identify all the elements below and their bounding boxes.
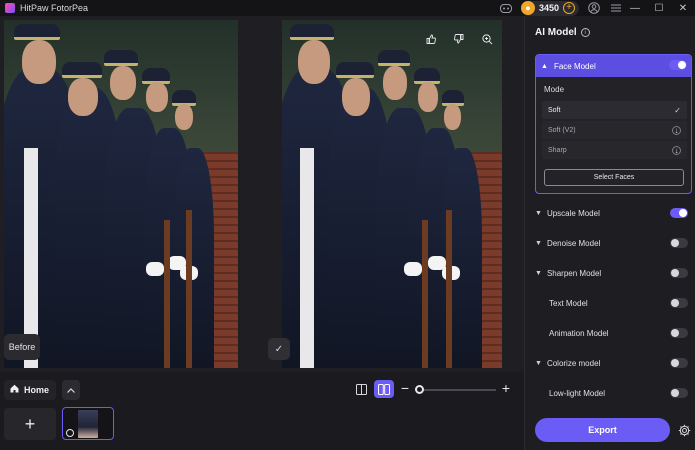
face-model-card: ▲ Face Model Mode Soft ✓ Soft (V2) ↓ Sha…	[535, 54, 692, 194]
model-label: Denoise Model	[546, 238, 601, 248]
panel-title: AI Model i	[535, 27, 590, 38]
animation-model-toggle[interactable]	[670, 328, 688, 338]
mode-label: Mode	[544, 85, 565, 94]
chevron-up-icon[interactable]	[62, 380, 80, 400]
split-view-icon[interactable]	[374, 380, 394, 398]
face-model-toggle[interactable]	[669, 60, 687, 70]
user-circle-icon[interactable]	[587, 1, 601, 15]
coin-balance[interactable]: ● 3450 +	[520, 0, 579, 16]
colorize-model-row[interactable]: ▼ Colorize model	[535, 355, 692, 371]
zoom-slider-track[interactable]	[418, 389, 496, 391]
plus-icon[interactable]: +	[563, 2, 575, 14]
game-controller-icon[interactable]	[499, 1, 513, 15]
coin-icon: ●	[520, 1, 535, 15]
image-canvas: Before ✓	[0, 16, 524, 372]
model-label: Colorize model	[546, 358, 601, 368]
app-logo	[5, 3, 15, 13]
home-button[interactable]: Home	[4, 380, 56, 400]
upscale-model-row[interactable]: ▼ Upscale Model	[535, 205, 692, 221]
ai-model-panel: AI Model i ▲ Face Model Mode Soft ✓ Soft…	[524, 16, 695, 450]
image-thumbnail[interactable]	[62, 407, 114, 440]
mode-option-label: Soft	[548, 106, 561, 114]
zoom-out-button[interactable]: −	[399, 381, 411, 397]
thumbnail-image	[78, 409, 98, 438]
single-view-icon[interactable]	[352, 380, 370, 398]
coin-count: 3450	[538, 3, 559, 13]
zoom-in-icon[interactable]	[480, 32, 494, 46]
face-model-header[interactable]: ▲ Face Model	[536, 55, 691, 77]
mode-option-label: Sharp	[548, 146, 567, 154]
info-icon[interactable]: i	[580, 28, 590, 37]
export-button[interactable]: Export	[535, 418, 670, 442]
close-button[interactable]: ✕	[671, 0, 695, 16]
hamburger-icon[interactable]	[609, 1, 623, 15]
model-label: Text Model	[549, 298, 588, 308]
upscale-model-toggle[interactable]	[670, 208, 688, 218]
maximize-button[interactable]: ☐	[647, 0, 671, 16]
thumbs-down-icon[interactable]	[452, 32, 466, 46]
model-label: Sharpen Model	[546, 268, 602, 278]
download-icon[interactable]: ↓	[672, 125, 681, 135]
low-light-model-row[interactable]: Low-light Model	[535, 385, 692, 401]
title-bar: HitPaw FotorPea ● 3450 + — ☐ ✕	[0, 0, 695, 16]
add-image-button[interactable]: +	[4, 408, 56, 440]
model-label: Low-light Model	[549, 388, 606, 398]
caret-down-icon: ▼	[535, 269, 542, 277]
thumbs-up-icon[interactable]	[424, 32, 438, 46]
colorize-model-toggle[interactable]	[670, 358, 688, 368]
sharpen-model-toggle[interactable]	[670, 268, 688, 278]
gear-icon[interactable]	[676, 422, 692, 438]
home-icon	[10, 384, 19, 396]
minimize-button[interactable]: —	[623, 0, 647, 16]
before-image	[4, 20, 238, 368]
denoise-model-row[interactable]: ▼ Denoise Model	[535, 235, 692, 251]
text-model-toggle[interactable]	[670, 298, 688, 308]
home-label: Home	[24, 385, 50, 395]
sharpen-model-row[interactable]: ▼ Sharpen Model	[535, 265, 692, 281]
caret-down-icon: ▼	[535, 209, 542, 217]
animation-model-row[interactable]: Animation Model	[535, 325, 692, 341]
before-label: Before	[4, 334, 40, 360]
checkmark-icon: ✓	[674, 105, 681, 115]
mode-option-soft-v2[interactable]: Soft (V2) ↓	[542, 121, 687, 139]
zoom-in-button[interactable]: +	[500, 381, 512, 397]
face-model-label: Face Model	[553, 61, 596, 71]
caret-down-icon: ▼	[535, 239, 542, 247]
clock-icon	[66, 429, 74, 437]
caret-up-icon: ▲	[541, 62, 548, 70]
mode-option-soft[interactable]: Soft ✓	[542, 101, 687, 119]
caret-down-icon: ▼	[535, 359, 542, 367]
check-icon[interactable]: ✓	[268, 338, 290, 360]
low-light-model-toggle[interactable]	[670, 388, 688, 398]
text-model-row[interactable]: Text Model	[535, 295, 692, 311]
app-title: HitPaw FotorPea	[20, 3, 89, 13]
mode-option-label: Soft (V2)	[548, 126, 576, 134]
panel-title-text: AI Model	[535, 27, 577, 38]
zoom-slider-handle[interactable]	[415, 385, 424, 394]
model-label: Upscale Model	[546, 208, 600, 218]
mode-option-sharp[interactable]: Sharp ↓	[542, 141, 687, 159]
model-label: Animation Model	[549, 328, 609, 338]
denoise-model-toggle[interactable]	[670, 238, 688, 248]
select-faces-button[interactable]: Select Faces	[544, 169, 684, 186]
download-icon[interactable]: ↓	[672, 145, 681, 155]
bottom-toolbar: Home − + +	[0, 372, 524, 450]
after-image	[282, 20, 502, 368]
